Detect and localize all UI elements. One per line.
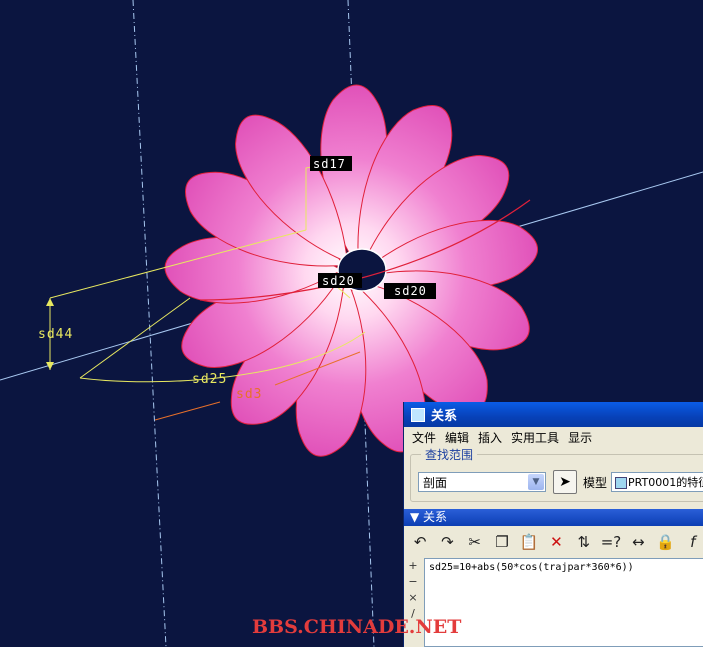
- dialog-title: 关系: [431, 409, 458, 424]
- watermark: BBS.CHINADE.NET: [252, 616, 462, 638]
- select-pointer-button[interactable]: ➤: [553, 470, 577, 494]
- relation-line: sd25=10+abs(50*cos(trajpar*360*6)): [429, 562, 634, 573]
- undo-icon[interactable]: ↶: [408, 530, 432, 554]
- relations-toolbar: ↶ ↷ ✂ ❐ 📋 ✕ ⇅ =? ↔ 🔒 f: [404, 528, 703, 556]
- switch-dims-icon[interactable]: ⇅: [572, 530, 596, 554]
- model-field-value: PRT0001的特征: [628, 476, 703, 489]
- chevron-down-icon[interactable]: ▼: [528, 474, 544, 490]
- datum-axis-left: [132, 0, 167, 647]
- measure-icon[interactable]: ↔: [626, 530, 650, 554]
- collapse-icon: ▼: [410, 510, 424, 524]
- plus-operator[interactable]: +: [404, 558, 422, 574]
- dim-label-sd20-center[interactable]: sd20: [322, 274, 355, 288]
- dim-label-sd17[interactable]: sd17: [313, 157, 346, 171]
- menu-edit[interactable]: 编辑: [445, 429, 469, 446]
- evaluate-icon[interactable]: =?: [599, 530, 623, 554]
- part-icon: [615, 477, 627, 489]
- dim-label-sd20[interactable]: sd20: [394, 284, 427, 298]
- copy-icon[interactable]: ❐: [490, 530, 514, 554]
- dim-label-sd44[interactable]: sd44: [38, 327, 73, 342]
- function-icon[interactable]: f: [681, 530, 703, 554]
- model-field[interactable]: PRT0001的特征: [611, 472, 703, 492]
- dim-label-sd25[interactable]: sd25: [192, 372, 227, 387]
- relations-section-header[interactable]: ▼ 关系: [404, 509, 703, 526]
- dialog-titlebar[interactable]: 关系: [404, 402, 703, 427]
- search-scope-legend: 查找范围: [421, 446, 478, 463]
- redo-icon[interactable]: ↷: [435, 530, 459, 554]
- menu-file[interactable]: 文件: [412, 429, 436, 446]
- lock-icon[interactable]: 🔒: [653, 530, 677, 554]
- menu-display[interactable]: 显示: [568, 429, 592, 446]
- dim-label-sd3[interactable]: sd3: [236, 387, 262, 402]
- model-label: 模型: [583, 476, 608, 490]
- menu-bar: 文件 编辑 插入 实用工具 显示: [404, 427, 703, 447]
- menu-insert[interactable]: 插入: [478, 429, 502, 446]
- search-scope-group: 查找范围 剖面 ▼ ➤ 模型 PRT0001的特征: [410, 446, 703, 502]
- relations-dialog[interactable]: 关系 文件 编辑 插入 实用工具 显示 查找范围 剖面 ▼ ➤ 模型 PRT00…: [403, 402, 703, 647]
- multiply-operator[interactable]: ×: [404, 590, 422, 606]
- relations-editor[interactable]: sd25=10+abs(50*cos(trajpar*360*6)): [424, 558, 703, 647]
- minus-operator[interactable]: −: [404, 574, 422, 590]
- delete-icon[interactable]: ✕: [544, 530, 568, 554]
- scope-select[interactable]: 剖面 ▼: [418, 472, 546, 492]
- menu-utilities[interactable]: 实用工具: [511, 429, 559, 446]
- pointer-icon: ➤: [559, 474, 571, 490]
- relations-section-title: 关系: [423, 510, 448, 524]
- paste-icon[interactable]: 📋: [517, 530, 541, 554]
- scope-select-value: 剖面: [423, 476, 448, 490]
- cut-icon[interactable]: ✂: [463, 530, 487, 554]
- relations-app-icon: [411, 407, 425, 422]
